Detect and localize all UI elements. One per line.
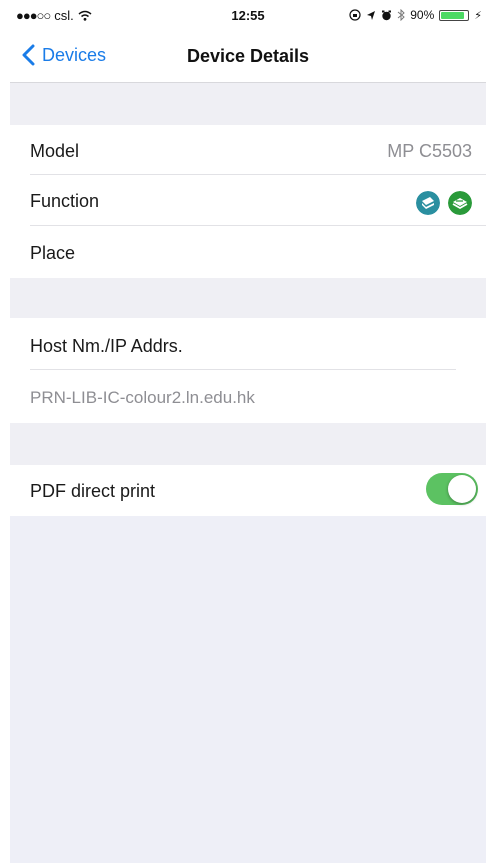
battery-icon: [439, 9, 470, 21]
function-icons: [416, 191, 472, 215]
place-label: Place: [30, 243, 76, 263]
model-row: Model MP C5503: [10, 125, 486, 175]
host-label: Host Nm./IP Addrs.: [30, 336, 183, 356]
status-bar: ●●●○○ csl. 12:55 90% ⚡: [10, 0, 486, 30]
place-row: Place: [10, 226, 486, 278]
print-function-icon: [416, 191, 440, 215]
model-value: MP C5503: [387, 141, 472, 161]
pdf-direct-print-toggle[interactable]: [426, 473, 478, 505]
charging-icon: ⚡: [474, 9, 482, 22]
function-row: Function: [10, 175, 486, 226]
battery-level: [441, 11, 465, 19]
toggle-knob: [448, 475, 476, 503]
host-section: Host Nm./IP Addrs. PRN-LIB-IC-colour2.ln…: [10, 318, 486, 423]
alarm-icon: [382, 10, 392, 20]
row-divider: [30, 369, 456, 370]
battery-percent: 90%: [410, 8, 435, 22]
section-separator: [10, 83, 486, 125]
status-right: 90% ⚡: [349, 8, 482, 22]
empty-content-area: [10, 516, 486, 863]
pdf-direct-print-label: PDF direct print: [30, 481, 156, 501]
section-separator: [10, 278, 486, 318]
function-label: Function: [30, 191, 100, 211]
screen: ●●●○○ csl. 12:55 90% ⚡ Devices Device De…: [10, 0, 486, 863]
section-separator: [10, 423, 486, 465]
navigation-bar: Devices Device Details: [10, 30, 486, 83]
location-icon: [367, 10, 376, 20]
rotation-lock-icon: [349, 9, 361, 21]
pdf-direct-print-row: PDF direct print: [10, 465, 486, 516]
bluetooth-icon: [397, 9, 405, 21]
model-label: Model: [30, 141, 80, 161]
scan-function-icon: [448, 191, 472, 215]
page-title: Device Details: [186, 46, 310, 66]
host-value: PRN-LIB-IC-colour2.ln.edu.hk: [30, 388, 255, 407]
